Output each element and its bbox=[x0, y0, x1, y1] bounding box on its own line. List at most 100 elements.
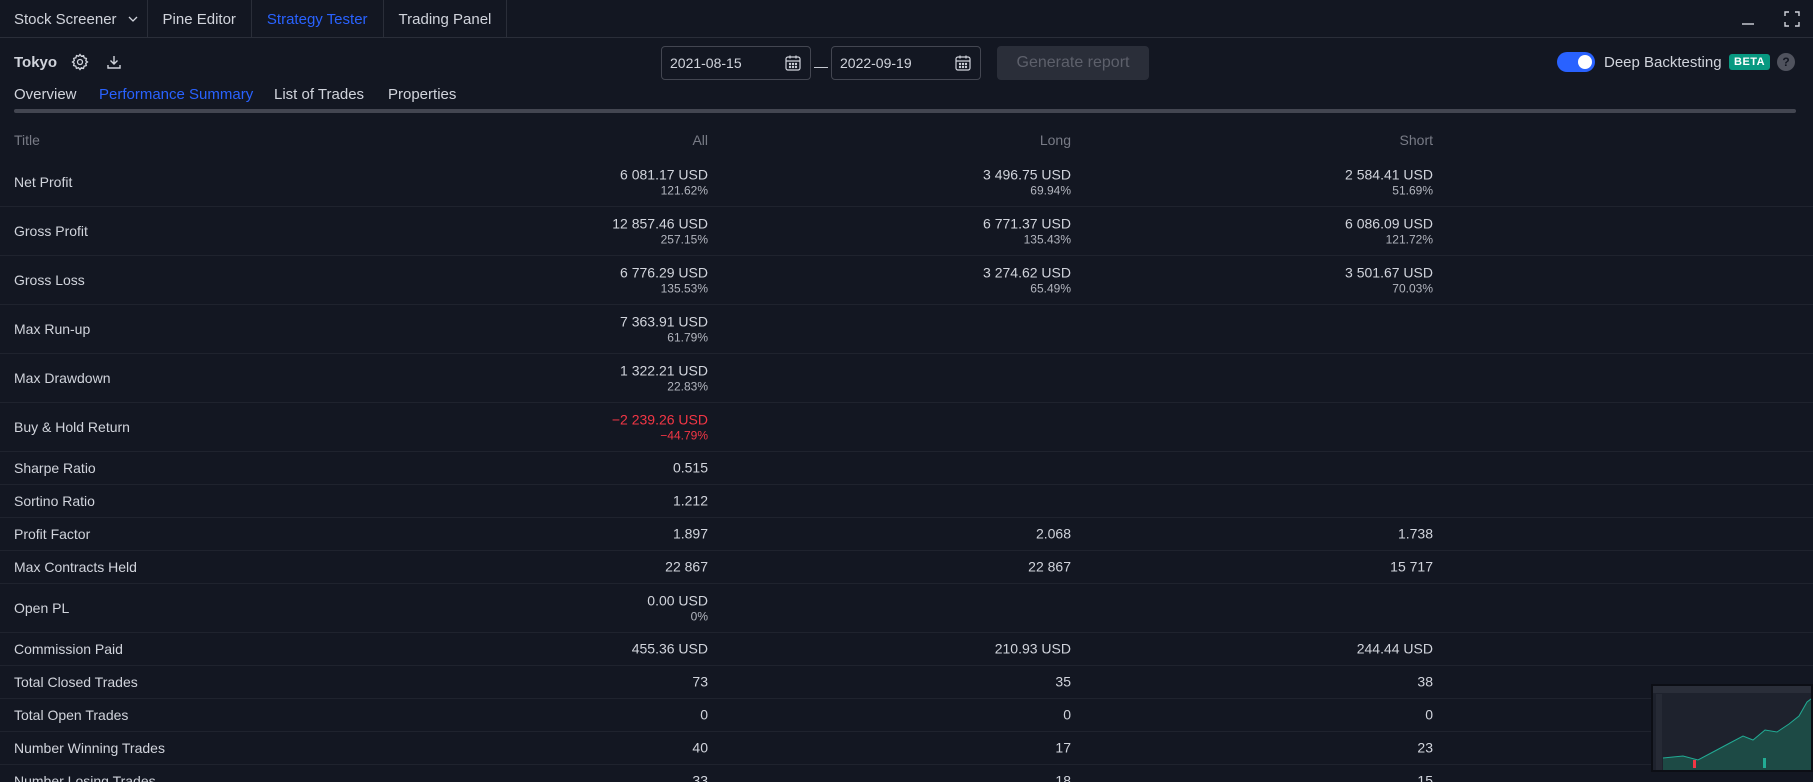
cell-percent: 257.15% bbox=[660, 232, 708, 247]
cell-value: 6 086.09 USD bbox=[1345, 215, 1433, 232]
cell-all: 22 867 bbox=[665, 559, 708, 576]
cell-short: 23 bbox=[1417, 740, 1433, 757]
cell-percent: 121.62% bbox=[660, 183, 708, 198]
cell-percent: 121.72% bbox=[1385, 232, 1433, 247]
cell-short: 244.44 USD bbox=[1357, 641, 1433, 658]
deep-backtesting-toggle[interactable] bbox=[1557, 52, 1595, 72]
tab-strategy-tester[interactable]: Strategy Tester bbox=[252, 0, 384, 38]
cell-percent: 22.83% bbox=[667, 379, 708, 394]
table-row: Buy & Hold Return −2 239.26 USD −44.79% bbox=[0, 403, 1813, 452]
row-title: Max Run-up bbox=[14, 321, 91, 337]
row-title: Gross Loss bbox=[14, 272, 85, 288]
cell-percent: 69.94% bbox=[1030, 183, 1071, 198]
tab-trading-panel[interactable]: Trading Panel bbox=[384, 0, 508, 38]
cell-value: 22 867 bbox=[665, 558, 708, 575]
row-title: Max Drawdown bbox=[14, 370, 111, 386]
tab-label: Trading Panel bbox=[398, 10, 492, 28]
tab-label: Pine Editor bbox=[162, 10, 236, 28]
download-icon[interactable] bbox=[103, 51, 125, 73]
cell-long: 6 771.37 USD 135.43% bbox=[983, 216, 1071, 247]
cell-all: 1.897 bbox=[673, 526, 708, 543]
help-icon[interactable]: ? bbox=[1777, 53, 1795, 71]
chart-thumbnail[interactable] bbox=[1651, 684, 1813, 772]
generate-report-button[interactable]: Generate report bbox=[997, 46, 1149, 80]
table-row: Gross Profit 12 857.46 USD 257.15% 6 771.37… bbox=[0, 207, 1813, 256]
cell-short: 1.738 bbox=[1398, 526, 1433, 543]
cell-short: 38 bbox=[1417, 674, 1433, 691]
cell-value: 6 771.37 USD bbox=[983, 215, 1071, 232]
row-title: Sortino Ratio bbox=[14, 493, 95, 509]
table-body: Net Profit 6 081.17 USD 121.62% 3 496.75 US… bbox=[0, 158, 1813, 782]
row-title: Number Winning Trades bbox=[14, 740, 165, 756]
cell-value: 1.897 bbox=[672, 525, 708, 542]
row-title: Sharpe Ratio bbox=[14, 460, 96, 476]
cell-value: 210.93 USD bbox=[994, 640, 1071, 657]
tab-stock-screener[interactable]: Stock Screener bbox=[0, 0, 148, 38]
strategy-name: Tokyo bbox=[14, 54, 58, 71]
cell-value: 15 bbox=[1417, 772, 1433, 782]
cell-value: 73 bbox=[692, 673, 708, 690]
row-title: Open PL bbox=[14, 600, 70, 616]
calendar-icon[interactable] bbox=[784, 54, 802, 72]
table-row: Sharpe Ratio 0.515 bbox=[0, 452, 1813, 485]
cell-percent: 51.69% bbox=[1392, 183, 1433, 198]
table-row: Sortino Ratio 1.212 bbox=[0, 485, 1813, 518]
table-row: Number Winning Trades 40 17 23 bbox=[0, 732, 1813, 765]
cell-value: 2 584.41 USD bbox=[1345, 166, 1433, 183]
row-title: Total Closed Trades bbox=[14, 674, 138, 690]
date-from-input[interactable]: 2021-08-15 bbox=[661, 46, 811, 80]
cell-all: 0 bbox=[700, 707, 708, 724]
cell-all: 1 322.21 USD 22.83% bbox=[620, 363, 708, 394]
row-title: Total Open Trades bbox=[14, 707, 129, 723]
cell-value: 38 bbox=[1417, 673, 1433, 690]
table-row: Max Drawdown 1 322.21 USD 22.83% bbox=[0, 354, 1813, 403]
date-to-input[interactable]: 2022-09-19 bbox=[831, 46, 981, 80]
cell-value: 0 bbox=[1063, 706, 1071, 723]
cell-all: 6 081.17 USD 121.62% bbox=[620, 167, 708, 198]
cell-short: 2 584.41 USD 51.69% bbox=[1345, 167, 1433, 198]
cell-value: 0.515 bbox=[672, 459, 708, 476]
date-range-separator: — bbox=[814, 58, 828, 74]
minimize-icon[interactable] bbox=[1737, 8, 1759, 30]
maximize-icon[interactable] bbox=[1781, 8, 1803, 30]
cell-value: 6 776.29 USD bbox=[620, 264, 708, 281]
cell-short: 0 bbox=[1425, 707, 1433, 724]
cell-all: 33 bbox=[692, 773, 708, 782]
cell-value: 33 bbox=[692, 772, 708, 782]
cell-all: 40 bbox=[692, 740, 708, 757]
cell-value: 3 501.67 USD bbox=[1345, 264, 1433, 281]
table-row: Gross Loss 6 776.29 USD 135.53% 3 274.62 US… bbox=[0, 256, 1813, 305]
table-row: Total Closed Trades 73 35 38 bbox=[0, 666, 1813, 699]
tab-pine-editor[interactable]: Pine Editor bbox=[148, 0, 252, 38]
cell-value: 0 bbox=[1425, 706, 1433, 723]
deep-backtesting-label: Deep Backtesting bbox=[1604, 54, 1722, 71]
cell-long: 210.93 USD bbox=[995, 641, 1071, 658]
cell-value: 1 322.21 USD bbox=[620, 362, 708, 379]
cell-long: 18 bbox=[1055, 773, 1071, 782]
gear-icon[interactable] bbox=[69, 51, 91, 73]
cell-value: 0 bbox=[700, 706, 708, 723]
cell-short: 6 086.09 USD 121.72% bbox=[1345, 216, 1433, 247]
cell-short: 3 501.67 USD 70.03% bbox=[1345, 265, 1433, 296]
column-header-long: Long bbox=[1039, 132, 1071, 148]
row-title: Number Losing Trades bbox=[14, 773, 156, 782]
cell-value: 22 867 bbox=[1028, 558, 1071, 575]
calendar-icon[interactable] bbox=[954, 54, 972, 72]
cell-value: 23 bbox=[1417, 739, 1433, 756]
cell-percent: 65.49% bbox=[1030, 281, 1071, 296]
cell-value: 455.36 USD bbox=[631, 640, 708, 657]
table-row: Net Profit 6 081.17 USD 121.62% 3 496.75 US… bbox=[0, 158, 1813, 207]
cell-all: 1.212 bbox=[673, 493, 708, 510]
cell-all: 0.515 bbox=[673, 460, 708, 477]
cell-percent: −44.79% bbox=[660, 428, 708, 443]
performance-summary-table: Title All Long Short Net Profit 6 081.17 … bbox=[0, 122, 1813, 782]
row-title: Commission Paid bbox=[14, 641, 123, 657]
cell-all: 6 776.29 USD 135.53% bbox=[620, 265, 708, 296]
table-row: Open PL 0.00 USD 0% bbox=[0, 584, 1813, 633]
horizontal-scrollbar[interactable] bbox=[14, 109, 1796, 113]
cell-all: 0.00 USD 0% bbox=[647, 593, 708, 624]
column-header-all: All bbox=[692, 132, 708, 148]
table-row: Number Losing Trades 33 18 15 bbox=[0, 765, 1813, 782]
chevron-down-icon[interactable] bbox=[125, 11, 141, 27]
cell-value: 7 363.91 USD bbox=[620, 313, 708, 330]
